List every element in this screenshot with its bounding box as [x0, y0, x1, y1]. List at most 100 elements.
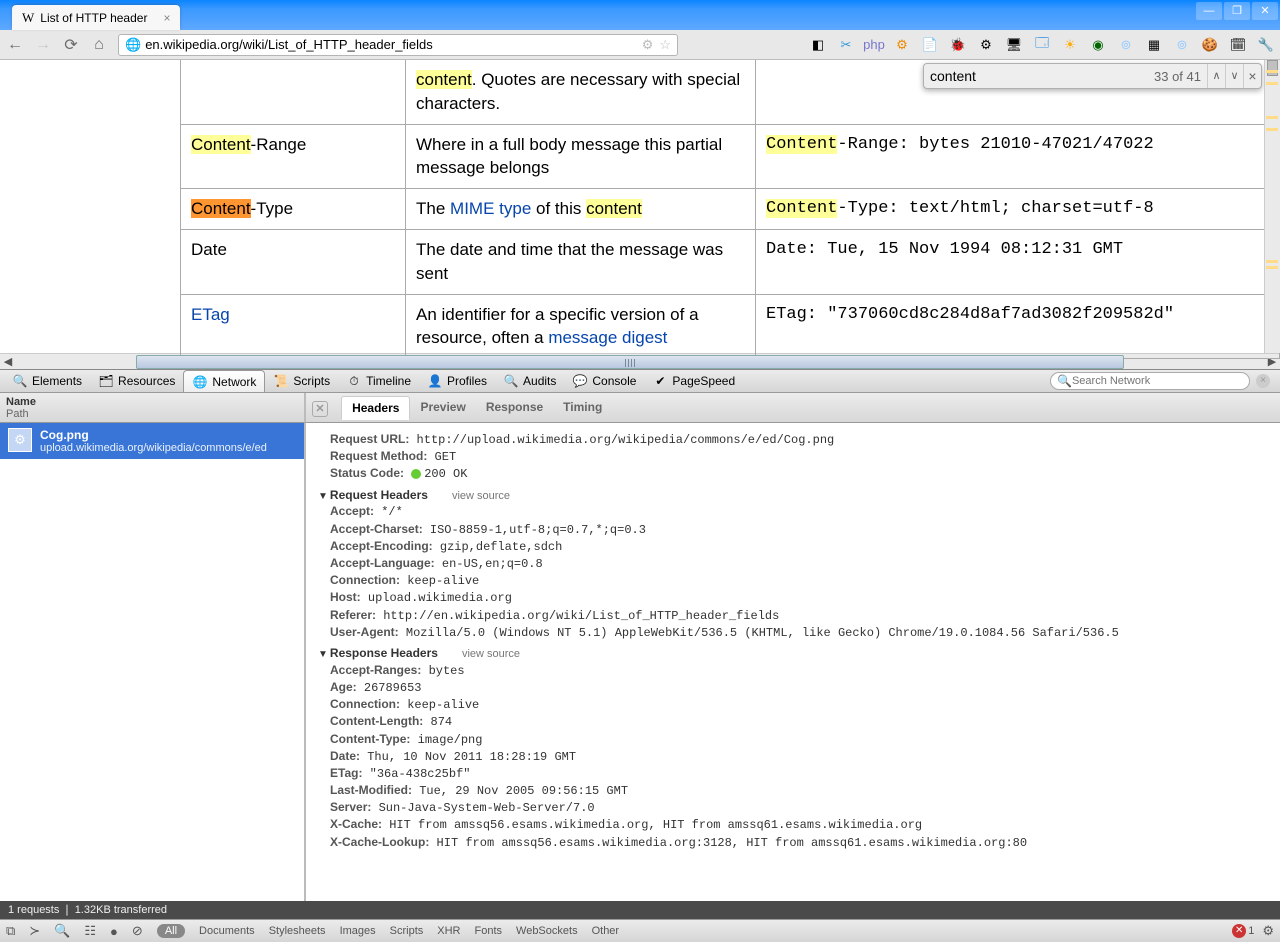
ext-icon-4[interactable]: ⚙	[894, 37, 910, 53]
devtools-tab-pagespeed[interactable]: ✔PageSpeed	[644, 370, 743, 392]
detail-close-button[interactable]: ✕	[312, 401, 328, 417]
filter-images[interactable]: Images	[340, 925, 376, 937]
ext-icon-16[interactable]: 🗓	[1230, 37, 1246, 53]
ext-icon-6[interactable]: 🐞	[950, 37, 966, 53]
ext-icon-12[interactable]: ⊚	[1118, 37, 1134, 53]
devtools-tab-timeline[interactable]: ⏱Timeline	[338, 370, 419, 392]
header-key: Last-Modified:	[330, 783, 412, 797]
request-thumbnail: ⚙	[8, 428, 32, 452]
network-request-row[interactable]: ⚙ Cog.png upload.wikimedia.org/wikipedia…	[0, 423, 304, 459]
devtools-tab-console[interactable]: 💬Console	[564, 370, 644, 392]
disclosure-triangle-icon[interactable]: ▼	[318, 649, 328, 660]
header-key: Server:	[330, 800, 371, 814]
devtools-tab-resources[interactable]: 🗂Resources	[90, 370, 183, 392]
value-request-method: GET	[435, 450, 457, 464]
audits-icon: 🔍	[503, 373, 519, 389]
url-input[interactable]	[145, 37, 642, 52]
ext-icon-10[interactable]: ☀	[1062, 37, 1078, 53]
header-row: Accept-Ranges: bytes	[318, 662, 1268, 679]
response-headers-section[interactable]: ▼Response Headersview source	[318, 645, 1268, 662]
request-headers-section[interactable]: ▼Request Headersview source	[318, 487, 1268, 504]
devtools-search-clear[interactable]: ×	[1256, 374, 1270, 388]
dock-icon[interactable]: ⧉	[6, 923, 15, 939]
status-dot-icon	[411, 469, 421, 479]
filter-documents[interactable]: Documents	[199, 925, 255, 937]
site-info-icon[interactable]: 🌐	[125, 37, 141, 53]
horizontal-scrollbar[interactable]: ◀ ▶	[0, 353, 1280, 369]
wrench-icon[interactable]: 🔧	[1258, 37, 1274, 53]
browser-tab[interactable]: W List of HTTP header ×	[12, 5, 180, 30]
settings-icon[interactable]: ⚙	[1262, 923, 1274, 939]
find-input[interactable]	[924, 64, 1154, 88]
detail-tab-timing[interactable]: Timing	[553, 396, 612, 419]
tab-close-icon[interactable]: ×	[163, 11, 170, 25]
console-toggle-icon[interactable]: ≻	[29, 923, 40, 939]
header-row: ETag: "36a-438c25bf"	[318, 765, 1268, 782]
devtools-tab-scripts[interactable]: 📜Scripts	[265, 370, 338, 392]
devtools-tab-audits[interactable]: 🔍Audits	[495, 370, 564, 392]
ext-icon-7[interactable]: ⚙	[978, 37, 994, 53]
record-icon[interactable]: ●	[110, 924, 118, 939]
view-source-link[interactable]: view source	[462, 648, 520, 660]
wiki-link[interactable]: ETag	[191, 305, 230, 324]
scrollbar-thumb[interactable]	[136, 355, 1124, 369]
network-detail-header: ✕ Headers Preview Response Timing	[306, 393, 1280, 423]
header-key: Date:	[330, 749, 360, 763]
window-close-button[interactable]: ✕	[1252, 2, 1278, 20]
forward-button[interactable]: →	[34, 36, 52, 54]
devtools-search-input[interactable]	[1072, 375, 1232, 387]
filter-scripts[interactable]: Scripts	[390, 925, 424, 937]
window-minimize-button[interactable]: —	[1196, 2, 1222, 20]
find-close-button[interactable]: ×	[1243, 64, 1261, 88]
find-next-button[interactable]: ∨	[1225, 64, 1243, 88]
header-value: HIT from amssq56.esams.wikimedia.org, HI…	[389, 818, 922, 832]
ext-icon-1[interactable]: ◧	[810, 37, 826, 53]
vertical-scrollbar[interactable]	[1264, 60, 1280, 353]
filter-fonts[interactable]: Fonts	[475, 925, 503, 937]
devtools-tab-network[interactable]: 🌐Network	[183, 370, 265, 392]
ext-icon-2[interactable]: ✂	[838, 37, 854, 53]
scroll-left-button[interactable]: ◀	[0, 355, 16, 368]
wiki-left-margin	[0, 60, 180, 353]
detail-tab-preview[interactable]: Preview	[410, 396, 475, 419]
ext-icon-9[interactable]: 🗔	[1034, 37, 1050, 53]
devtools-tab-profiles[interactable]: 👤Profiles	[419, 370, 495, 392]
ext-icon-5[interactable]: 📄	[922, 37, 938, 53]
filter-other[interactable]: Other	[592, 925, 620, 937]
filter-all[interactable]: All	[157, 924, 185, 938]
header-key: Accept-Ranges:	[330, 663, 421, 677]
scrollbar-track[interactable]	[16, 355, 1264, 369]
filter-websockets[interactable]: WebSockets	[516, 925, 578, 937]
ext-icon-3[interactable]: php	[866, 37, 882, 53]
wiki-link[interactable]: MIME type	[450, 199, 531, 218]
header-row: Age: 26789653	[318, 679, 1268, 696]
wiki-link[interactable]: message digest	[548, 328, 667, 347]
detail-tab-headers[interactable]: Headers	[341, 396, 410, 420]
network-column-header[interactable]: NamePath	[0, 393, 306, 423]
disclosure-triangle-icon[interactable]: ▼	[318, 491, 328, 502]
error-indicator[interactable]: ✕1	[1232, 924, 1254, 938]
star-icon[interactable]: ☆	[659, 37, 671, 53]
view-source-link[interactable]: view source	[452, 490, 510, 502]
back-button[interactable]: ←	[6, 36, 24, 54]
list-icon[interactable]: ☷	[84, 923, 96, 939]
filter-stylesheets[interactable]: Stylesheets	[269, 925, 326, 937]
devtools-tab-elements[interactable]: 🔍Elements	[4, 370, 90, 392]
gear-icon[interactable]: ⚙	[642, 37, 654, 53]
ext-icon-14[interactable]: ⊚	[1174, 37, 1190, 53]
clear-icon[interactable]: ⊘	[132, 923, 143, 939]
header-key: Accept-Charset:	[330, 522, 423, 536]
detail-tab-response[interactable]: Response	[476, 396, 553, 419]
filter-xhr[interactable]: XHR	[437, 925, 460, 937]
address-bar[interactable]: 🌐 ⚙ ☆	[118, 34, 678, 56]
devtools-search[interactable]: 🔍	[1050, 372, 1250, 390]
find-prev-button[interactable]: ∧	[1207, 64, 1225, 88]
search-icon[interactable]: 🔍	[54, 923, 70, 939]
window-maximize-button[interactable]: ❐	[1224, 2, 1250, 20]
ext-icon-15[interactable]: 🍪	[1202, 37, 1218, 53]
reload-button[interactable]: ⟳	[62, 35, 80, 55]
ext-icon-8[interactable]: 🖥	[1006, 37, 1022, 53]
home-button[interactable]: ⌂	[90, 36, 108, 54]
ext-icon-11[interactable]: ◉	[1090, 37, 1106, 53]
ext-icon-13[interactable]: ▦	[1146, 37, 1162, 53]
